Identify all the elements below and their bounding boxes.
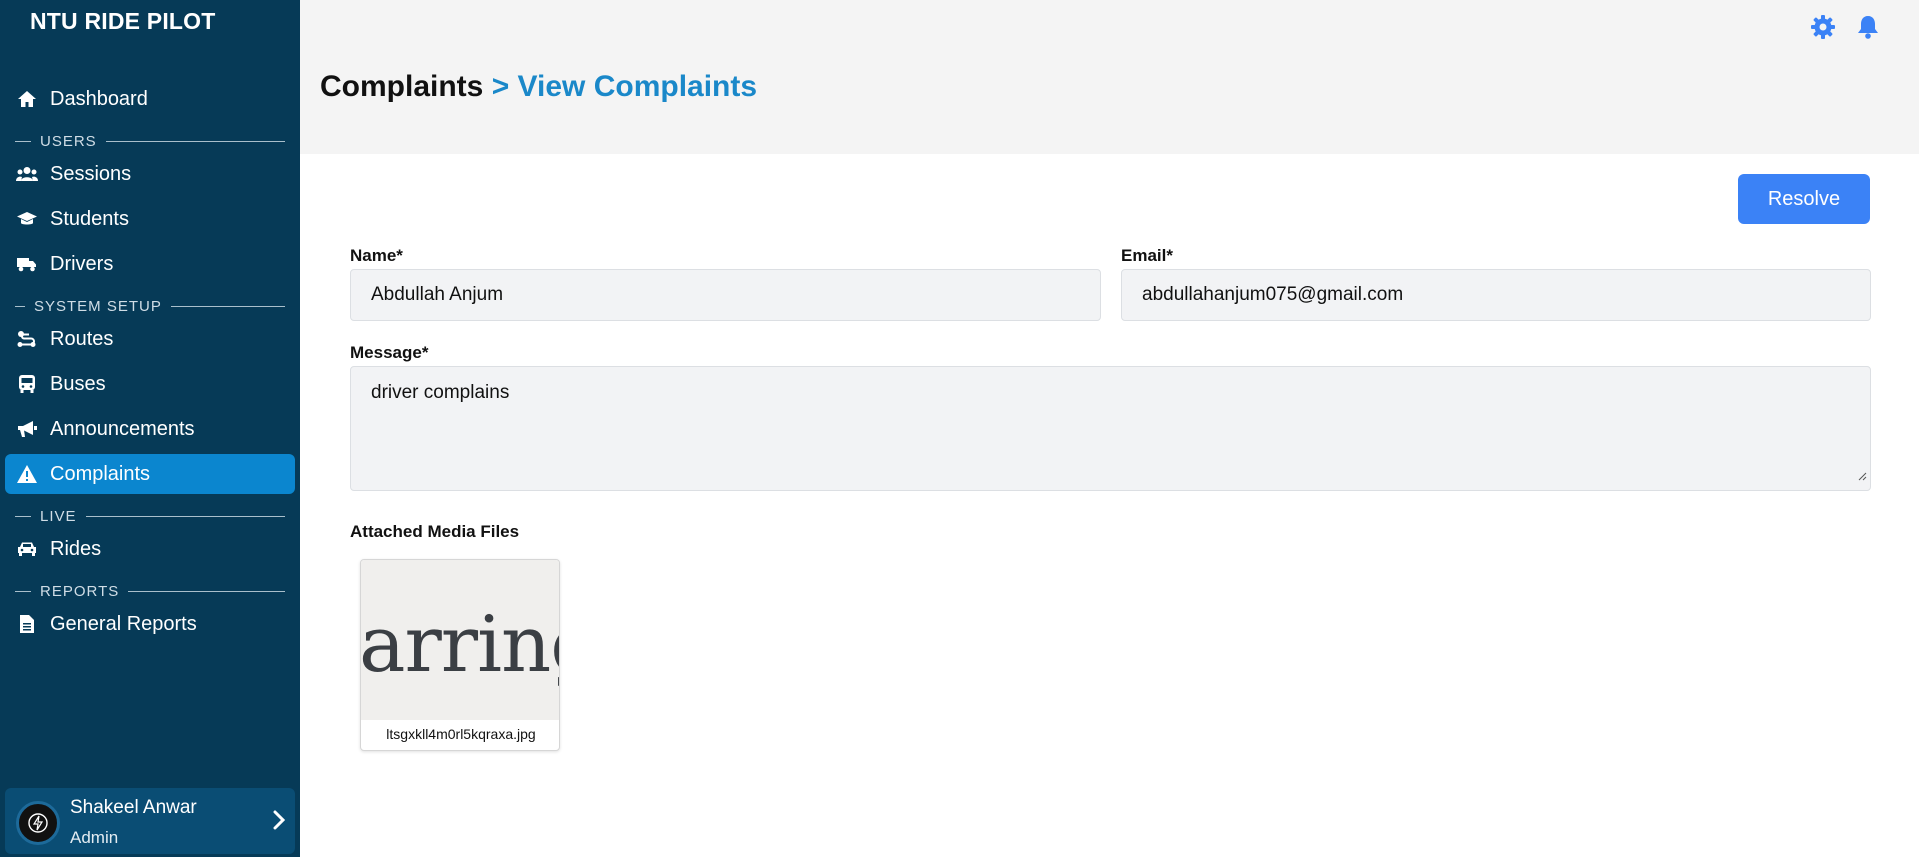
media-thumbnail[interactable]: arring — [361, 560, 559, 720]
sidebar: NTU RIDE PILOT Dashboard USERS Sessions … — [0, 0, 300, 857]
sidebar-item-rides[interactable]: Rides — [5, 529, 295, 569]
megaphone-icon — [14, 416, 40, 442]
media-file-card[interactable]: arring ltsgxkll4m0rl5kqraxa.jpg — [360, 559, 560, 751]
breadcrumb-current: > View Complaints — [491, 70, 758, 103]
section-users: USERS — [15, 131, 285, 151]
section-title: USERS — [40, 132, 97, 150]
resize-grip-icon[interactable] — [1857, 465, 1867, 487]
sidebar-item-label: Dashboard — [50, 87, 148, 110]
breadcrumb: Complaints > View Complaints — [320, 70, 757, 104]
section-live: LIVE — [15, 506, 285, 526]
sidebar-item-sessions[interactable]: Sessions — [5, 154, 295, 194]
name-label: Name* — [350, 246, 403, 265]
sidebar-item-label: Announcements — [50, 417, 195, 440]
sidebar-item-label: Routes — [50, 327, 114, 350]
sidebar-item-label: Buses — [50, 372, 106, 395]
email-field[interactable]: abdullahanjum075@gmail.com — [1121, 269, 1871, 321]
sidebar-item-label: Complaints — [50, 462, 151, 485]
sidebar-item-label: General Reports — [50, 612, 197, 635]
sidebar-item-announcements[interactable]: Announcements — [5, 409, 295, 449]
resolve-button[interactable]: Resolve — [1738, 174, 1870, 224]
brand-title: NTU RIDE PILOT — [30, 8, 216, 34]
bolt-icon — [28, 813, 48, 833]
users-icon — [14, 161, 40, 187]
sidebar-item-routes[interactable]: Routes — [5, 319, 295, 359]
media-label: Attached Media Files — [350, 522, 520, 541]
sidebar-item-label: Rides — [50, 537, 102, 560]
sidebar-item-drivers[interactable]: Drivers — [5, 244, 295, 284]
sidebar-item-label: Sessions — [50, 162, 132, 185]
car-icon — [14, 536, 40, 562]
file-text-icon — [14, 611, 40, 637]
section-title: LIVE — [40, 507, 77, 525]
sidebar-item-buses[interactable]: Buses — [5, 364, 295, 404]
user-profile-card[interactable]: Shakeel Anwar Admin — [5, 788, 295, 854]
email-label: Email* — [1121, 246, 1173, 265]
warning-icon — [14, 461, 40, 487]
section-system-setup: SYSTEM SETUP — [15, 296, 285, 316]
message-text: driver complains — [371, 382, 510, 403]
breadcrumb-root[interactable]: Complaints — [320, 70, 483, 103]
name-field[interactable]: Abdullah Anjum — [350, 269, 1101, 321]
graduation-cap-icon — [14, 206, 40, 232]
bus-icon — [14, 371, 40, 397]
user-role: Admin — [70, 828, 119, 847]
thumbnail-image-text: arring — [361, 600, 559, 690]
section-title: SYSTEM SETUP — [34, 297, 162, 315]
section-reports: REPORTS — [15, 581, 285, 601]
media-filename: ltsgxkll4m0rl5kqraxa.jpg — [386, 726, 536, 742]
sidebar-item-label: Students — [50, 207, 129, 230]
bell-icon[interactable] — [1855, 14, 1881, 40]
sidebar-item-dashboard[interactable]: Dashboard — [5, 79, 295, 119]
page-header: Complaints > View Complaints — [300, 0, 1919, 154]
section-title: REPORTS — [40, 582, 120, 600]
sidebar-item-students[interactable]: Students — [5, 199, 295, 239]
gear-icon[interactable] — [1810, 14, 1836, 40]
user-name: Shakeel Anwar — [70, 797, 197, 818]
sidebar-item-label: Drivers — [50, 252, 114, 275]
avatar — [16, 801, 60, 845]
home-icon — [14, 86, 40, 112]
sidebar-item-complaints[interactable]: Complaints — [5, 454, 295, 494]
chevron-right-icon — [273, 810, 286, 835]
message-field[interactable]: driver complains — [350, 366, 1871, 491]
route-icon — [14, 326, 40, 352]
truck-icon — [14, 251, 40, 277]
message-label: Message* — [350, 343, 429, 362]
sidebar-item-general-reports[interactable]: General Reports — [5, 604, 295, 644]
